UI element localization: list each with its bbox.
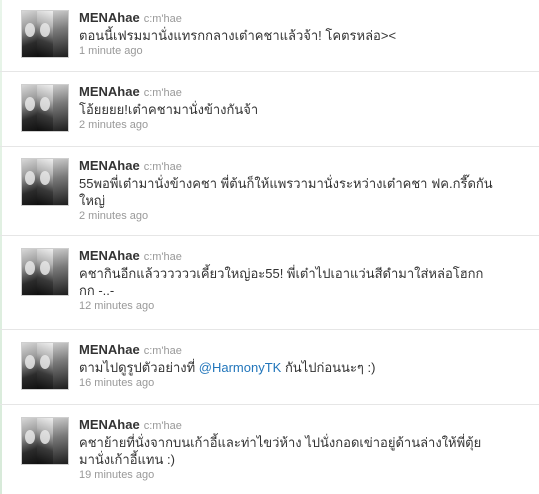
timestamp-link[interactable]: 19 minutes ago	[79, 469, 531, 482]
timestamp-link[interactable]: 16 minutes ago	[79, 377, 531, 390]
user-avatar[interactable]	[21, 10, 69, 58]
tweet-text: คชากินอีกแล้ววววววเคี้ยวใหญ่อะ55! พี่เต๋…	[79, 265, 531, 299]
screen-name-link[interactable]: MENAhae	[79, 248, 140, 263]
timestamp-link[interactable]: 2 minutes ago	[79, 119, 531, 132]
tweet-item: MENAhae c:m'hae ตอนนี้เฟรมมานั่งแทรกกลางเ…	[0, 0, 539, 72]
tweet-text-line: คชาย้ายที่นั่งจากบนเก้าอี้และท่าไขว่ห้าง…	[79, 435, 482, 450]
screen-name-link[interactable]: MENAhae	[79, 158, 140, 173]
tweet-text: โอ้ยยยย!เต๋าคชามานั่งข้างกันจ้า	[79, 102, 259, 117]
user-avatar[interactable]	[21, 84, 69, 132]
screen-name-link[interactable]: MENAhae	[79, 417, 140, 432]
screen-name-link[interactable]: MENAhae	[79, 10, 140, 25]
tweet-header: MENAhae c:m'hae	[79, 158, 531, 173]
timestamp-link[interactable]: 2 minutes ago	[79, 210, 531, 223]
real-name: c:m'hae	[143, 13, 182, 25]
user-avatar[interactable]	[21, 248, 69, 296]
timestamp-link[interactable]: 12 minutes ago	[79, 300, 531, 313]
tweet-content: MENAhae c:m'hae คชากินอีกแล้ววววววเคี้ยวใ…	[79, 248, 531, 313]
real-name: c:m'hae	[143, 87, 182, 99]
real-name: c:m'hae	[143, 420, 182, 432]
tweet-item: MENAhae c:m'hae 55พอพี่เต๋ามานั่งข้างคชา …	[0, 147, 539, 236]
tweet-header: MENAhae c:m'hae	[79, 417, 531, 432]
timestamp-link[interactable]: 1 minute ago	[79, 45, 531, 58]
tweet-text-line: ใหญ่	[79, 193, 105, 208]
tweet-text-segment: ตามไปดูรูปตัวอย่างที่	[79, 360, 199, 375]
user-avatar[interactable]	[21, 417, 69, 465]
tweet-text-line: คชากินอีกแล้ววววววเคี้ยวใหญ่อะ55! พี่เต๋…	[79, 266, 484, 281]
mention-link[interactable]: @HarmonyTK	[199, 360, 282, 375]
tweet-header: MENAhae c:m'hae	[79, 84, 531, 99]
tweet-text-segment: กันไปก่อนนะๆ :)	[281, 360, 376, 375]
tweet-header: MENAhae c:m'hae	[79, 248, 531, 263]
user-avatar[interactable]	[21, 158, 69, 206]
tweet-text-line: มานั่งเก้าอี้แทน :)	[79, 452, 175, 467]
screen-name-link[interactable]: MENAhae	[79, 84, 140, 99]
tweet-content: MENAhae c:m'hae ตามไปดูรูปตัวอย่างที่ @Ha…	[79, 342, 531, 390]
tweet-header: MENAhae c:m'hae	[79, 10, 531, 25]
tweet-item: MENAhae c:m'hae คชากินอีกแล้ววววววเคี้ยวใ…	[0, 236, 539, 330]
tweet-header: MENAhae c:m'hae	[79, 342, 531, 357]
screen-name-link[interactable]: MENAhae	[79, 342, 140, 357]
real-name: c:m'hae	[143, 161, 182, 173]
tweet-content: MENAhae c:m'hae ตอนนี้เฟรมมานั่งแทรกกลางเ…	[79, 10, 531, 58]
real-name: c:m'hae	[143, 251, 182, 263]
tweet-text: ตอนนี้เฟรมมานั่งแทรกกลางเต๋าคชาแล้วจ้า! …	[79, 28, 397, 43]
tweet-text: ตามไปดูรูปตัวอย่างที่ @HarmonyTK กันไปก่…	[79, 359, 531, 376]
tweet-text: คชาย้ายที่นั่งจากบนเก้าอี้และท่าไขว่ห้าง…	[79, 434, 531, 468]
tweet-text-line: 55พอพี่เต๋ามานั่งข้างคชา พี่ต้นก็ให้แพรว…	[79, 176, 493, 191]
tweet-text-line: กก -..-	[79, 283, 115, 298]
tweet-item: MENAhae c:m'hae โอ้ยยยย!เต๋าคชามานั่งข้าง…	[0, 72, 539, 147]
tweet-item: MENAhae c:m'hae ตามไปดูรูปตัวอย่างที่ @Ha…	[0, 330, 539, 405]
tweet-content: MENAhae c:m'hae คชาย้ายที่นั่งจากบนเก้าอี…	[79, 417, 531, 482]
tweet-text: 55พอพี่เต๋ามานั่งข้างคชา พี่ต้นก็ให้แพรว…	[79, 175, 531, 209]
tweet-content: MENAhae c:m'hae 55พอพี่เต๋ามานั่งข้างคชา …	[79, 158, 531, 223]
tweet-item: MENAhae c:m'hae คชาย้ายที่นั่งจากบนเก้าอี…	[0, 405, 539, 494]
tweet-timeline: MENAhae c:m'hae ตอนนี้เฟรมมานั่งแทรกกลางเ…	[0, 0, 539, 494]
tweet-content: MENAhae c:m'hae โอ้ยยยย!เต๋าคชามานั่งข้าง…	[79, 84, 531, 132]
user-avatar[interactable]	[21, 342, 69, 390]
real-name: c:m'hae	[143, 345, 182, 357]
